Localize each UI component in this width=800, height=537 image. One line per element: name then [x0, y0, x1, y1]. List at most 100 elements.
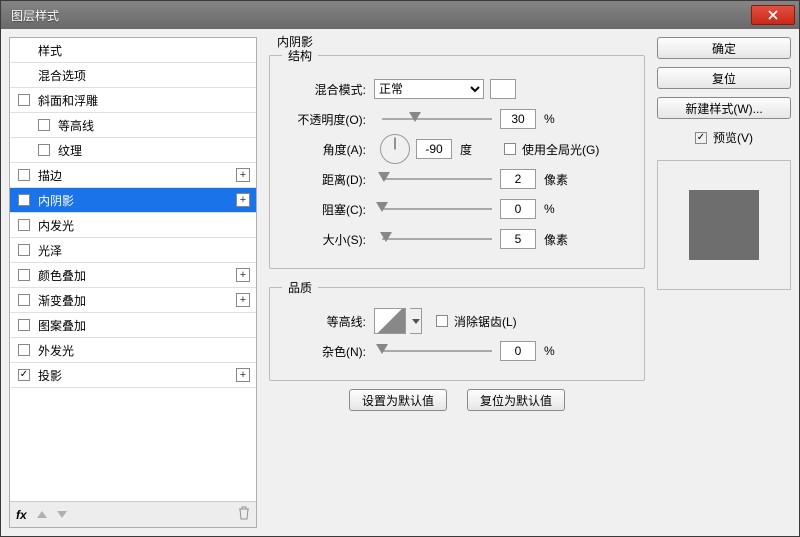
effect-row-10[interactable]: 外发光: [10, 338, 256, 363]
window-title: 图层样式: [11, 7, 751, 24]
choke-input[interactable]: [500, 199, 536, 219]
preview-swatch: [689, 190, 759, 260]
effect-label: 渐变叠加: [38, 292, 236, 309]
effect-label: 图案叠加: [38, 317, 250, 334]
size-unit: 像素: [544, 231, 574, 248]
add-effect-instance-button[interactable]: +: [236, 268, 250, 282]
effect-label: 斜面和浮雕: [38, 92, 250, 109]
add-effect-instance-button[interactable]: +: [236, 168, 250, 182]
move-down-icon[interactable]: [57, 511, 67, 518]
effect-row-4[interactable]: 内阴影+: [10, 188, 256, 213]
effect-checkbox[interactable]: [38, 144, 50, 156]
effect-row-5[interactable]: 内发光: [10, 213, 256, 238]
distance-slider[interactable]: [382, 176, 492, 182]
effect-label: 内发光: [38, 217, 250, 234]
effect-row-7[interactable]: 颜色叠加+: [10, 263, 256, 288]
sidebar-header-styles[interactable]: 样式: [10, 38, 256, 63]
delete-effect-button[interactable]: [238, 506, 250, 523]
effect-checkbox[interactable]: [18, 319, 30, 331]
angle-unit: 度: [460, 141, 490, 158]
choke-label: 阻塞(C):: [282, 201, 374, 218]
structure-group: 结构 混合模式: 正常 不透明度(O): % 角度(A): 度: [269, 47, 645, 269]
effect-row-1[interactable]: 等高线: [10, 113, 256, 138]
settings-panel: 内阴影 结构 混合模式: 正常 不透明度(O): % 角度(A):: [265, 37, 649, 528]
antialias-label: 消除锯齿(L): [454, 313, 517, 330]
global-light-label: 使用全局光(G): [522, 141, 599, 158]
effect-checkbox[interactable]: [38, 119, 50, 131]
effect-row-9[interactable]: 图案叠加: [10, 313, 256, 338]
distance-input[interactable]: [500, 169, 536, 189]
ok-button[interactable]: 确定: [657, 37, 791, 59]
panel-title: 内阴影: [273, 33, 317, 50]
opacity-slider[interactable]: [382, 116, 492, 122]
global-light-checkbox[interactable]: [504, 143, 516, 155]
reset-default-button[interactable]: 复位为默认值: [467, 389, 565, 411]
effect-checkbox[interactable]: [18, 344, 30, 356]
preview-label: 预览(V): [713, 129, 753, 146]
effect-row-3[interactable]: 描边+: [10, 163, 256, 188]
choke-slider[interactable]: [382, 206, 492, 212]
effect-checkbox[interactable]: [18, 369, 30, 381]
distance-label: 距离(D):: [282, 171, 374, 188]
effect-label: 外发光: [38, 342, 250, 359]
effect-label: 纹理: [58, 142, 250, 159]
sidebar-header-blend-options[interactable]: 混合选项: [10, 63, 256, 88]
fx-menu[interactable]: fx: [16, 508, 27, 522]
effect-checkbox[interactable]: [18, 294, 30, 306]
preview-checkbox[interactable]: [695, 132, 707, 144]
add-effect-instance-button[interactable]: +: [236, 368, 250, 382]
effect-label: 等高线: [58, 117, 250, 134]
quality-legend: 品质: [282, 279, 318, 296]
titlebar[interactable]: 图层样式: [1, 1, 799, 29]
effect-label: 光泽: [38, 242, 250, 259]
add-effect-instance-button[interactable]: +: [236, 293, 250, 307]
choke-unit: %: [544, 202, 574, 216]
shadow-color-swatch[interactable]: [490, 79, 516, 99]
size-slider[interactable]: [382, 236, 492, 242]
size-label: 大小(S):: [282, 231, 374, 248]
effect-checkbox[interactable]: [18, 94, 30, 106]
effects-sidebar: 样式 混合选项 斜面和浮雕等高线纹理描边+内阴影+内发光光泽颜色叠加+渐变叠加+…: [9, 37, 257, 528]
effect-checkbox[interactable]: [18, 194, 30, 206]
antialias-checkbox[interactable]: [436, 315, 448, 327]
blend-mode-select[interactable]: 正常: [374, 79, 484, 99]
effect-row-8[interactable]: 渐变叠加+: [10, 288, 256, 313]
size-input[interactable]: [500, 229, 536, 249]
noise-slider[interactable]: [382, 348, 492, 354]
angle-label: 角度(A):: [282, 141, 374, 158]
effect-label: 描边: [38, 167, 236, 184]
new-style-button[interactable]: 新建样式(W)...: [657, 97, 791, 119]
contour-dropdown[interactable]: [410, 308, 422, 334]
effect-checkbox[interactable]: [18, 269, 30, 281]
preview-box: [657, 160, 791, 290]
opacity-label: 不透明度(O):: [282, 111, 374, 128]
effect-label: 内阴影: [38, 192, 236, 209]
effect-checkbox[interactable]: [18, 219, 30, 231]
effect-label: 颜色叠加: [38, 267, 236, 284]
effect-row-11[interactable]: 投影+: [10, 363, 256, 388]
reset-button[interactable]: 复位: [657, 67, 791, 89]
set-default-button[interactable]: 设置为默认值: [349, 389, 447, 411]
close-icon: [768, 10, 778, 20]
effect-row-6[interactable]: 光泽: [10, 238, 256, 263]
add-effect-instance-button[interactable]: +: [236, 193, 250, 207]
noise-input[interactable]: [500, 341, 536, 361]
noise-unit: %: [544, 344, 574, 358]
contour-picker[interactable]: [374, 308, 406, 334]
quality-group: 品质 等高线: 消除锯齿(L) 杂色(N): %: [269, 279, 645, 381]
effect-checkbox[interactable]: [18, 244, 30, 256]
distance-unit: 像素: [544, 171, 574, 188]
angle-dial[interactable]: [380, 134, 410, 164]
layer-style-dialog: 图层样式 样式 混合选项 斜面和浮雕等高线纹理描边+内阴影+内发光光泽颜色叠加+…: [0, 0, 800, 537]
effect-row-0[interactable]: 斜面和浮雕: [10, 88, 256, 113]
effect-row-2[interactable]: 纹理: [10, 138, 256, 163]
effect-checkbox[interactable]: [18, 169, 30, 181]
opacity-unit: %: [544, 112, 574, 126]
angle-input[interactable]: [416, 139, 452, 159]
right-buttons: 确定 复位 新建样式(W)... 预览(V): [657, 37, 791, 528]
opacity-input[interactable]: [500, 109, 536, 129]
noise-label: 杂色(N):: [282, 343, 374, 360]
close-button[interactable]: [751, 5, 795, 25]
sidebar-footer: fx: [10, 501, 256, 527]
move-up-icon[interactable]: [37, 511, 47, 518]
